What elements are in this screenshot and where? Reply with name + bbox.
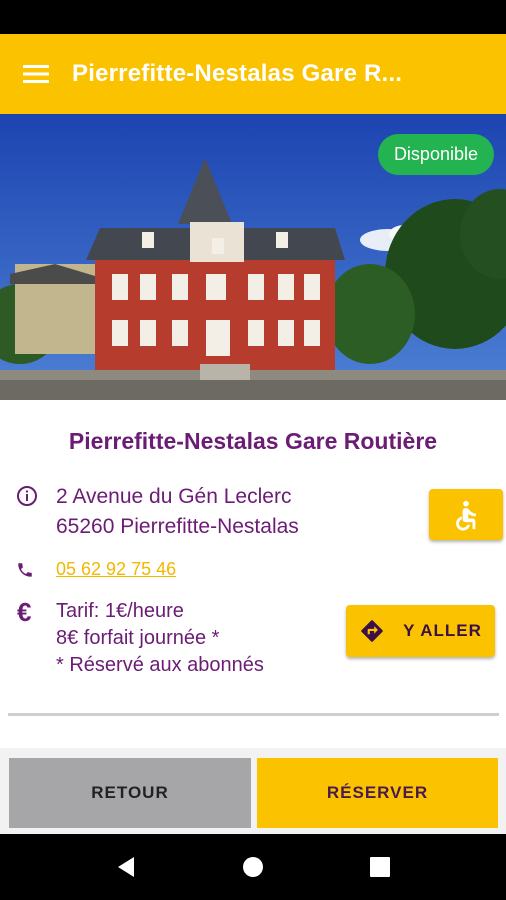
menu-button[interactable] — [0, 34, 72, 114]
station-photo: Disponible — [0, 114, 506, 400]
phone-icon — [18, 563, 32, 577]
reserve-button[interactable]: RÉSERVER — [257, 758, 498, 828]
directions-button[interactable]: Y ALLER — [346, 605, 495, 657]
back-button[interactable]: RETOUR — [9, 758, 251, 828]
address-line-1: 2 Avenue du Gén Leclerc — [56, 485, 292, 508]
status-bar — [0, 0, 506, 34]
status-badge: Disponible — [377, 134, 494, 175]
app-bar: Pierrefitte-Nestalas Gare R... — [0, 34, 506, 114]
nav-home-button[interactable] — [223, 834, 283, 900]
divider — [8, 713, 499, 716]
recents-square-icon — [370, 857, 390, 877]
nav-back-button[interactable] — [96, 834, 156, 900]
tarif-info: Tarif: 1€/heure 8€ forfait journée * * R… — [56, 598, 264, 679]
tarif-line-1: Tarif: 1€/heure — [56, 600, 184, 622]
phone-link[interactable]: 05 62 92 75 46 — [56, 559, 176, 580]
page-title: Pierrefitte-Nestalas Gare R... — [72, 60, 403, 87]
address-line-2: 65260 Pierrefitte-Nestalas — [56, 515, 299, 538]
directions-icon — [361, 620, 383, 642]
accessibility-button[interactable] — [429, 489, 503, 540]
info-icon — [17, 486, 37, 506]
home-circle-icon — [243, 857, 263, 877]
back-triangle-icon — [118, 857, 134, 877]
euro-icon: € — [17, 597, 32, 627]
wheelchair-icon — [456, 500, 476, 531]
place-title: Pierrefitte-Nestalas Gare Routière — [68, 428, 438, 454]
system-navigation-bar — [0, 834, 506, 900]
directions-label: Y ALLER — [403, 621, 482, 640]
hamburger-menu-icon — [23, 65, 49, 83]
nav-recents-button[interactable] — [350, 834, 410, 900]
address: 2 Avenue du Gén Leclerc 65260 Pierrefitt… — [56, 482, 299, 542]
tarif-line-3: * Réservé aux abonnés — [56, 654, 264, 676]
tarif-line-2: 8€ forfait journée * — [56, 627, 220, 649]
